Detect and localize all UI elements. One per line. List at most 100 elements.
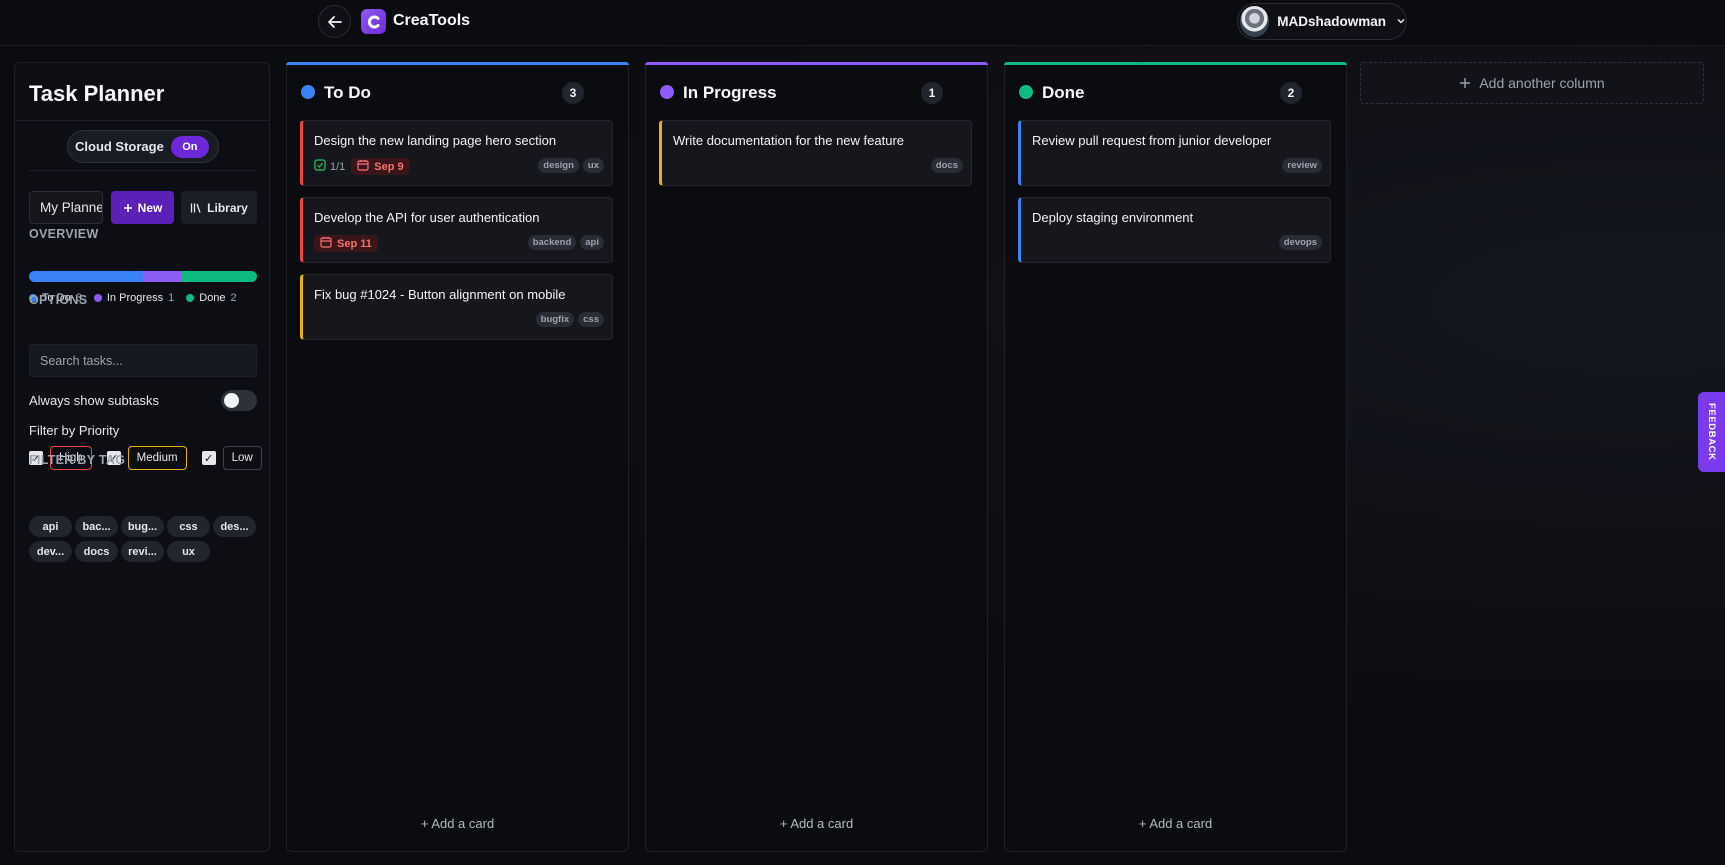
task-card[interactable]: Review pull request from junior develope… — [1018, 120, 1331, 186]
planner-name-input[interactable] — [29, 191, 103, 224]
task-title: Fix bug #1024 - Button alignment on mobi… — [314, 287, 566, 302]
search-input[interactable] — [29, 344, 257, 377]
column-count-badge: 3 — [562, 82, 584, 104]
add-card-label: Add a card — [431, 816, 495, 831]
calendar-icon — [357, 159, 369, 174]
tag-filter-chip[interactable]: bug... — [121, 516, 164, 537]
cloud-storage-label: Cloud Storage — [75, 139, 164, 154]
column-status-dot — [660, 85, 674, 99]
task-tags: backend api — [527, 235, 604, 250]
cloud-storage-toggle[interactable]: On — [170, 135, 209, 158]
task-tag: bugfix — [535, 312, 575, 327]
sidebar: Task Planner Cloud Storage On New Librar… — [14, 62, 270, 852]
column-title: In Progress — [683, 83, 777, 102]
column-title: To Do — [324, 83, 371, 102]
task-tag: design — [538, 158, 579, 173]
task-tags: bugfix css — [535, 312, 604, 327]
task-card[interactable]: Design the new landing page hero section… — [300, 120, 613, 186]
task-tag: css — [578, 312, 604, 327]
tag-filter-chip[interactable]: ux — [167, 541, 210, 562]
toggle-knob — [224, 392, 239, 408]
task-meta: Sep 11 — [314, 235, 378, 252]
plus-icon: + — [1138, 816, 1150, 831]
task-title: Design the new landing page hero section — [314, 133, 557, 148]
due-date: Sep 11 — [337, 237, 372, 250]
task-meta: 1/1 Sep 9 — [314, 158, 410, 175]
column-accent — [286, 62, 629, 65]
tag-filter-chip[interactable]: css — [167, 516, 210, 537]
legend-dot — [186, 294, 195, 302]
task-tag: ux — [582, 158, 604, 173]
add-card-button[interactable]: + Add a card — [287, 816, 628, 831]
library-icon — [191, 203, 201, 213]
task-card[interactable]: Fix bug #1024 - Button alignment on mobi… — [300, 274, 613, 340]
add-card-label: Add a card — [790, 816, 854, 831]
due-date: Sep 9 — [374, 160, 404, 173]
due-date-badge: Sep 9 — [351, 158, 410, 175]
subtask-count: 1/1 — [330, 160, 346, 173]
legend-count: 2 — [230, 292, 237, 304]
plus-icon: + — [420, 816, 432, 831]
task-tags: devops — [1278, 235, 1322, 250]
column-title: Done — [1042, 83, 1085, 102]
task-tag: api — [580, 235, 604, 250]
user-menu[interactable]: MADshadowman — [1237, 3, 1407, 40]
overview-segment — [180, 271, 257, 282]
tag-filter-chip[interactable]: api — [29, 516, 72, 537]
feedback-tab[interactable]: FEEDBACK — [1698, 392, 1725, 472]
task-tags: docs — [930, 158, 963, 173]
chevron-down-icon — [1396, 15, 1406, 29]
cloud-storage-control: Cloud Storage On — [67, 130, 219, 163]
add-card-button[interactable]: + Add a card — [1005, 816, 1346, 831]
column-accent — [645, 62, 988, 65]
overview-progress-bar — [29, 271, 257, 282]
tag-filter-chip[interactable]: docs — [75, 541, 118, 562]
arrow-left-icon — [327, 15, 342, 28]
column-done: Done 2 Review pull request from junior dev… — [1004, 62, 1347, 852]
task-card[interactable]: Write documentation for the new feature d… — [659, 120, 972, 186]
task-card[interactable]: Deploy staging environment devops — [1018, 197, 1331, 263]
add-column-button[interactable]: Add another column — [1360, 62, 1704, 104]
task-title: Review pull request from junior develope… — [1032, 133, 1272, 148]
tag-filter-chip[interactable]: bac... — [75, 516, 118, 537]
new-planner-button[interactable]: New — [111, 191, 174, 224]
task-tag: docs — [930, 158, 963, 173]
overview-segment — [143, 271, 181, 282]
due-date-badge: Sep 11 — [314, 235, 378, 252]
task-tags: review — [1282, 158, 1322, 173]
priority-medium-chip[interactable]: Medium — [127, 446, 187, 470]
tag-filter-chip[interactable]: dev... — [29, 541, 72, 562]
legend-label: In Progress — [106, 292, 164, 304]
task-card[interactable]: Develop the API for user authentication S… — [300, 197, 613, 263]
priority-checkbox[interactable]: ✓ — [201, 451, 216, 465]
overview-heading: OVERVIEW — [29, 227, 99, 241]
add-card-button[interactable]: + Add a card — [646, 816, 987, 831]
user-name: MADshadowman — [1277, 14, 1386, 29]
task-tag: devops — [1278, 235, 1322, 250]
top-bar: CreaTools MADshadowman — [0, 0, 1725, 46]
avatar — [1240, 6, 1270, 37]
task-tag: backend — [527, 235, 577, 250]
options-heading: OPTIONS — [29, 293, 88, 307]
always-show-subtasks-toggle[interactable] — [221, 389, 257, 411]
back-button[interactable] — [318, 5, 351, 38]
plus-icon: + — [779, 816, 791, 831]
divider — [15, 120, 269, 121]
task-tags: design ux — [538, 158, 604, 173]
column-status-dot — [301, 85, 315, 99]
legend-label: Done — [199, 292, 226, 304]
tag-filter-chip[interactable]: des... — [213, 516, 256, 537]
tag-filter-chip[interactable]: revi... — [121, 541, 164, 562]
column-count-badge: 1 — [921, 82, 943, 104]
overview-segment — [29, 271, 143, 282]
tag-filter-list: api bac... bug... css des... dev... docs revi..… — [29, 516, 259, 562]
priority-low-chip[interactable]: Low — [222, 446, 262, 470]
column-in-progress: In Progress 1 Write documentation for the … — [645, 62, 988, 852]
new-button-label: New — [137, 200, 163, 215]
always-show-subtasks-row: Always show subtasks — [29, 389, 257, 411]
filter-priority-label: Filter by Priority — [29, 423, 120, 438]
plus-icon — [123, 203, 132, 212]
library-button[interactable]: Library — [181, 191, 257, 224]
column-accent — [1004, 62, 1347, 65]
brand-name: CreaTools — [393, 12, 471, 29]
